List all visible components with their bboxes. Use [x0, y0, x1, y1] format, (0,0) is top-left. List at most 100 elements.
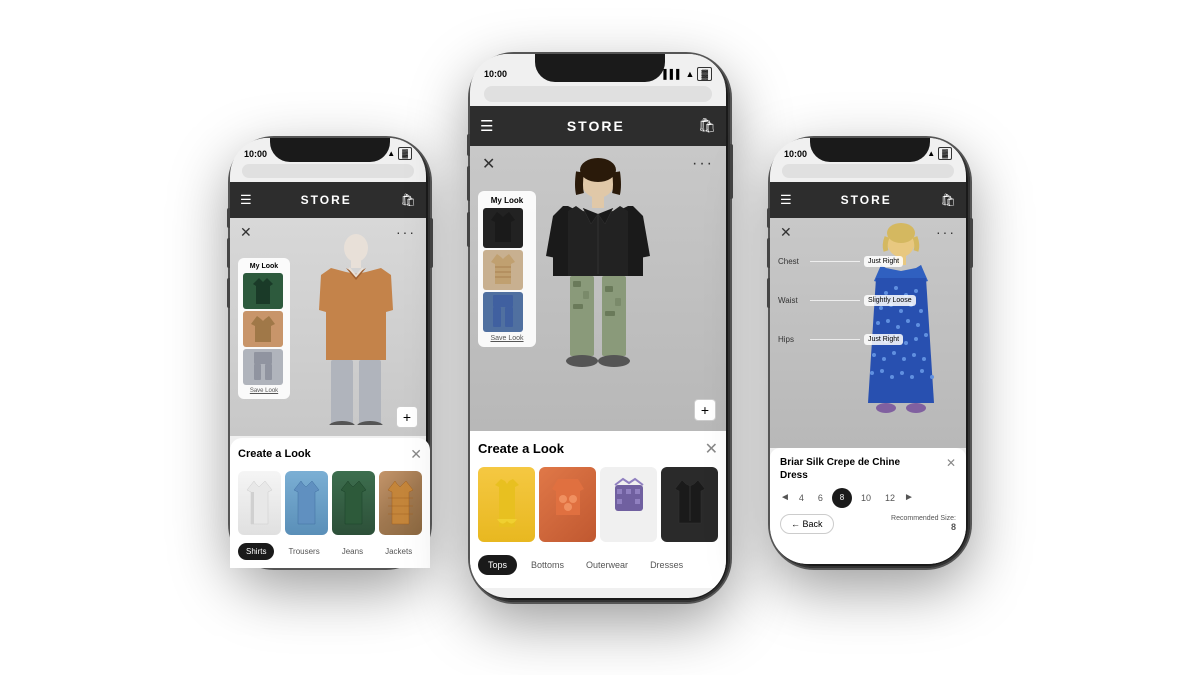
product-name: Briar Silk Crepe de Chine Dress — [780, 456, 920, 482]
tab-trousers[interactable]: Trousers — [280, 543, 327, 560]
clothing-item-patterned[interactable] — [379, 471, 422, 535]
app-header-2: ☰ STORE 🛍 — [470, 106, 726, 146]
panel-close-1[interactable]: ✕ — [410, 446, 422, 463]
shirt-icon — [249, 276, 277, 306]
back-label: ← Back — [791, 519, 823, 529]
panel-close-2[interactable]: ✕ — [705, 439, 718, 459]
clothing-item-pattern-crop[interactable] — [600, 467, 657, 542]
cart-icon-1[interactable]: 🛍 — [401, 193, 416, 207]
clothing-item-floral[interactable] — [539, 467, 596, 542]
panel-header-1: Create a Look ✕ — [238, 446, 422, 463]
waist-line — [810, 300, 860, 301]
look-thumb-jacket[interactable] — [243, 311, 283, 347]
size-12[interactable]: 12 — [880, 490, 900, 506]
clothing-row-1 — [238, 471, 422, 535]
close-icon-1[interactable]: ✕ — [240, 224, 252, 241]
chest-line — [810, 261, 860, 262]
product-panel: Briar Silk Crepe de Chine Dress ✕ ◄ 4 6 … — [770, 448, 966, 564]
pants-icon — [252, 352, 274, 382]
patterned-shirt-icon — [383, 478, 418, 528]
look-thumb-shirt[interactable] — [243, 273, 283, 309]
blue-shirt-icon — [289, 478, 324, 528]
chest-value: Just Right — [864, 256, 903, 267]
clothing-item-green-shirt[interactable] — [332, 471, 375, 535]
notch-1 — [270, 138, 390, 162]
url-bar-3[interactable] — [782, 164, 954, 178]
look-thumb-pants[interactable] — [243, 349, 283, 385]
create-look-panel-1: Create a Look ✕ — [230, 438, 426, 564]
floral-top-icon — [548, 477, 588, 532]
zoom-plus-1[interactable]: + — [396, 406, 418, 428]
size-prev[interactable]: ◄ — [780, 492, 790, 503]
hamburger-icon-1[interactable]: ☰ — [240, 192, 252, 208]
tab-bottoms[interactable]: Bottoms — [523, 556, 572, 574]
zoom-plus-2[interactable]: + — [694, 399, 716, 421]
yellow-top-icon — [487, 477, 527, 532]
clothing-item-black-jacket[interactable] — [661, 467, 718, 542]
wifi-icon: ▲ — [387, 149, 395, 158]
battery-icon-2: ▓ — [697, 67, 712, 81]
clothing-item-white-shirt[interactable] — [238, 471, 281, 535]
hips-line — [810, 339, 860, 340]
category-tabs-1: Shirts Trousers Jeans Jackets J — [238, 543, 422, 560]
hamburger-icon-3[interactable]: ☰ — [780, 192, 792, 208]
mannequin-figure — [301, 230, 411, 425]
tab-dresses[interactable]: Dresses — [642, 556, 691, 574]
app-header-1: ☰ STORE 🛍 — [230, 182, 426, 218]
recommended-label: Recommended Size: — [891, 515, 956, 522]
wifi-icon-2: ▲ — [686, 69, 695, 79]
green-shirt-icon — [336, 478, 371, 528]
clothing-row-2 — [478, 467, 718, 547]
clothing-item-blue-shirt[interactable] — [285, 471, 328, 535]
battery-icon-3: ▓ — [938, 147, 952, 160]
size-next[interactable]: ► — [904, 492, 914, 503]
store-title-2: STORE — [567, 118, 625, 134]
phone-1: 10:00 ▌▌▌ ▲ ▓ ☰ STORE 🛍 ✕ ··· My Look — [230, 138, 430, 568]
tab-jeans[interactable]: Jeans — [334, 543, 371, 560]
phone-2: 10:00 ▌▌▌ ▲ ▓ ☰ STORE 🛍 ✕ ··· My Look — [470, 54, 730, 602]
url-bar-2[interactable] — [484, 86, 712, 102]
signal-icon-2: ▌▌▌ — [663, 69, 682, 79]
panel-header-2: Create a Look ✕ — [478, 439, 718, 459]
notch-3 — [810, 138, 930, 162]
save-look-link-1[interactable]: Save Look — [243, 388, 285, 394]
size-8-selected[interactable]: 8 — [832, 488, 852, 508]
tab-outerwear[interactable]: Outerwear — [578, 556, 636, 574]
panel-title-2: Create a Look — [478, 441, 564, 456]
size-6[interactable]: 6 — [813, 490, 828, 506]
tab-shirts[interactable]: Shirts — [238, 543, 274, 560]
fit-labels: Chest Just Right Waist Slightly Loose Hi… — [778, 256, 916, 345]
female-avatar — [518, 156, 678, 421]
product-panel-header: Briar Silk Crepe de Chine Dress ✕ — [780, 456, 956, 482]
product-panel-close[interactable]: ✕ — [946, 456, 956, 470]
status-time-1: 10:00 — [244, 149, 267, 159]
female-figure-area — [470, 156, 726, 421]
wifi-icon-3: ▲ — [927, 149, 935, 158]
pattern-crop-icon — [609, 477, 649, 532]
battery-icon: ▓ — [398, 147, 412, 160]
hips-label: Hips — [778, 335, 806, 344]
jacket-icon — [249, 314, 277, 344]
phone-3: 10:00 ▌▌▌ ▲ ▓ ☰ STORE 🛍 ✕ ··· Che — [770, 138, 970, 568]
cart-icon-2[interactable]: 🛍 — [698, 117, 716, 134]
store-title-1: STORE — [301, 193, 352, 207]
url-bar-1[interactable] — [242, 164, 414, 178]
hamburger-icon-2[interactable]: ☰ — [480, 117, 493, 135]
back-button[interactable]: ← Back — [780, 514, 834, 534]
clothing-item-yellow-top[interactable] — [478, 467, 535, 542]
tab-jackets[interactable]: Jackets — [377, 543, 420, 560]
status-time-3: 10:00 — [784, 149, 807, 159]
status-icons-2: ▌▌▌ ▲ ▓ — [663, 67, 712, 81]
size-10[interactable]: 10 — [856, 490, 876, 506]
tab-tops[interactable]: Tops — [478, 555, 517, 575]
back-row: ← Back Recommended Size: 8 — [780, 514, 956, 534]
chest-label: Chest — [778, 257, 806, 266]
close-icon-3[interactable]: ✕ — [780, 224, 792, 241]
screen2-main: ✕ ··· My Look — [470, 146, 726, 431]
cart-icon-3[interactable]: 🛍 — [941, 193, 956, 207]
size-4[interactable]: 4 — [794, 490, 809, 506]
size-selector: ◄ 4 6 8 10 12 ► — [780, 488, 956, 508]
store-title-3: STORE — [841, 193, 892, 207]
waist-value: Slightly Loose — [864, 295, 916, 306]
recommended-size-value: 8 — [891, 522, 956, 532]
